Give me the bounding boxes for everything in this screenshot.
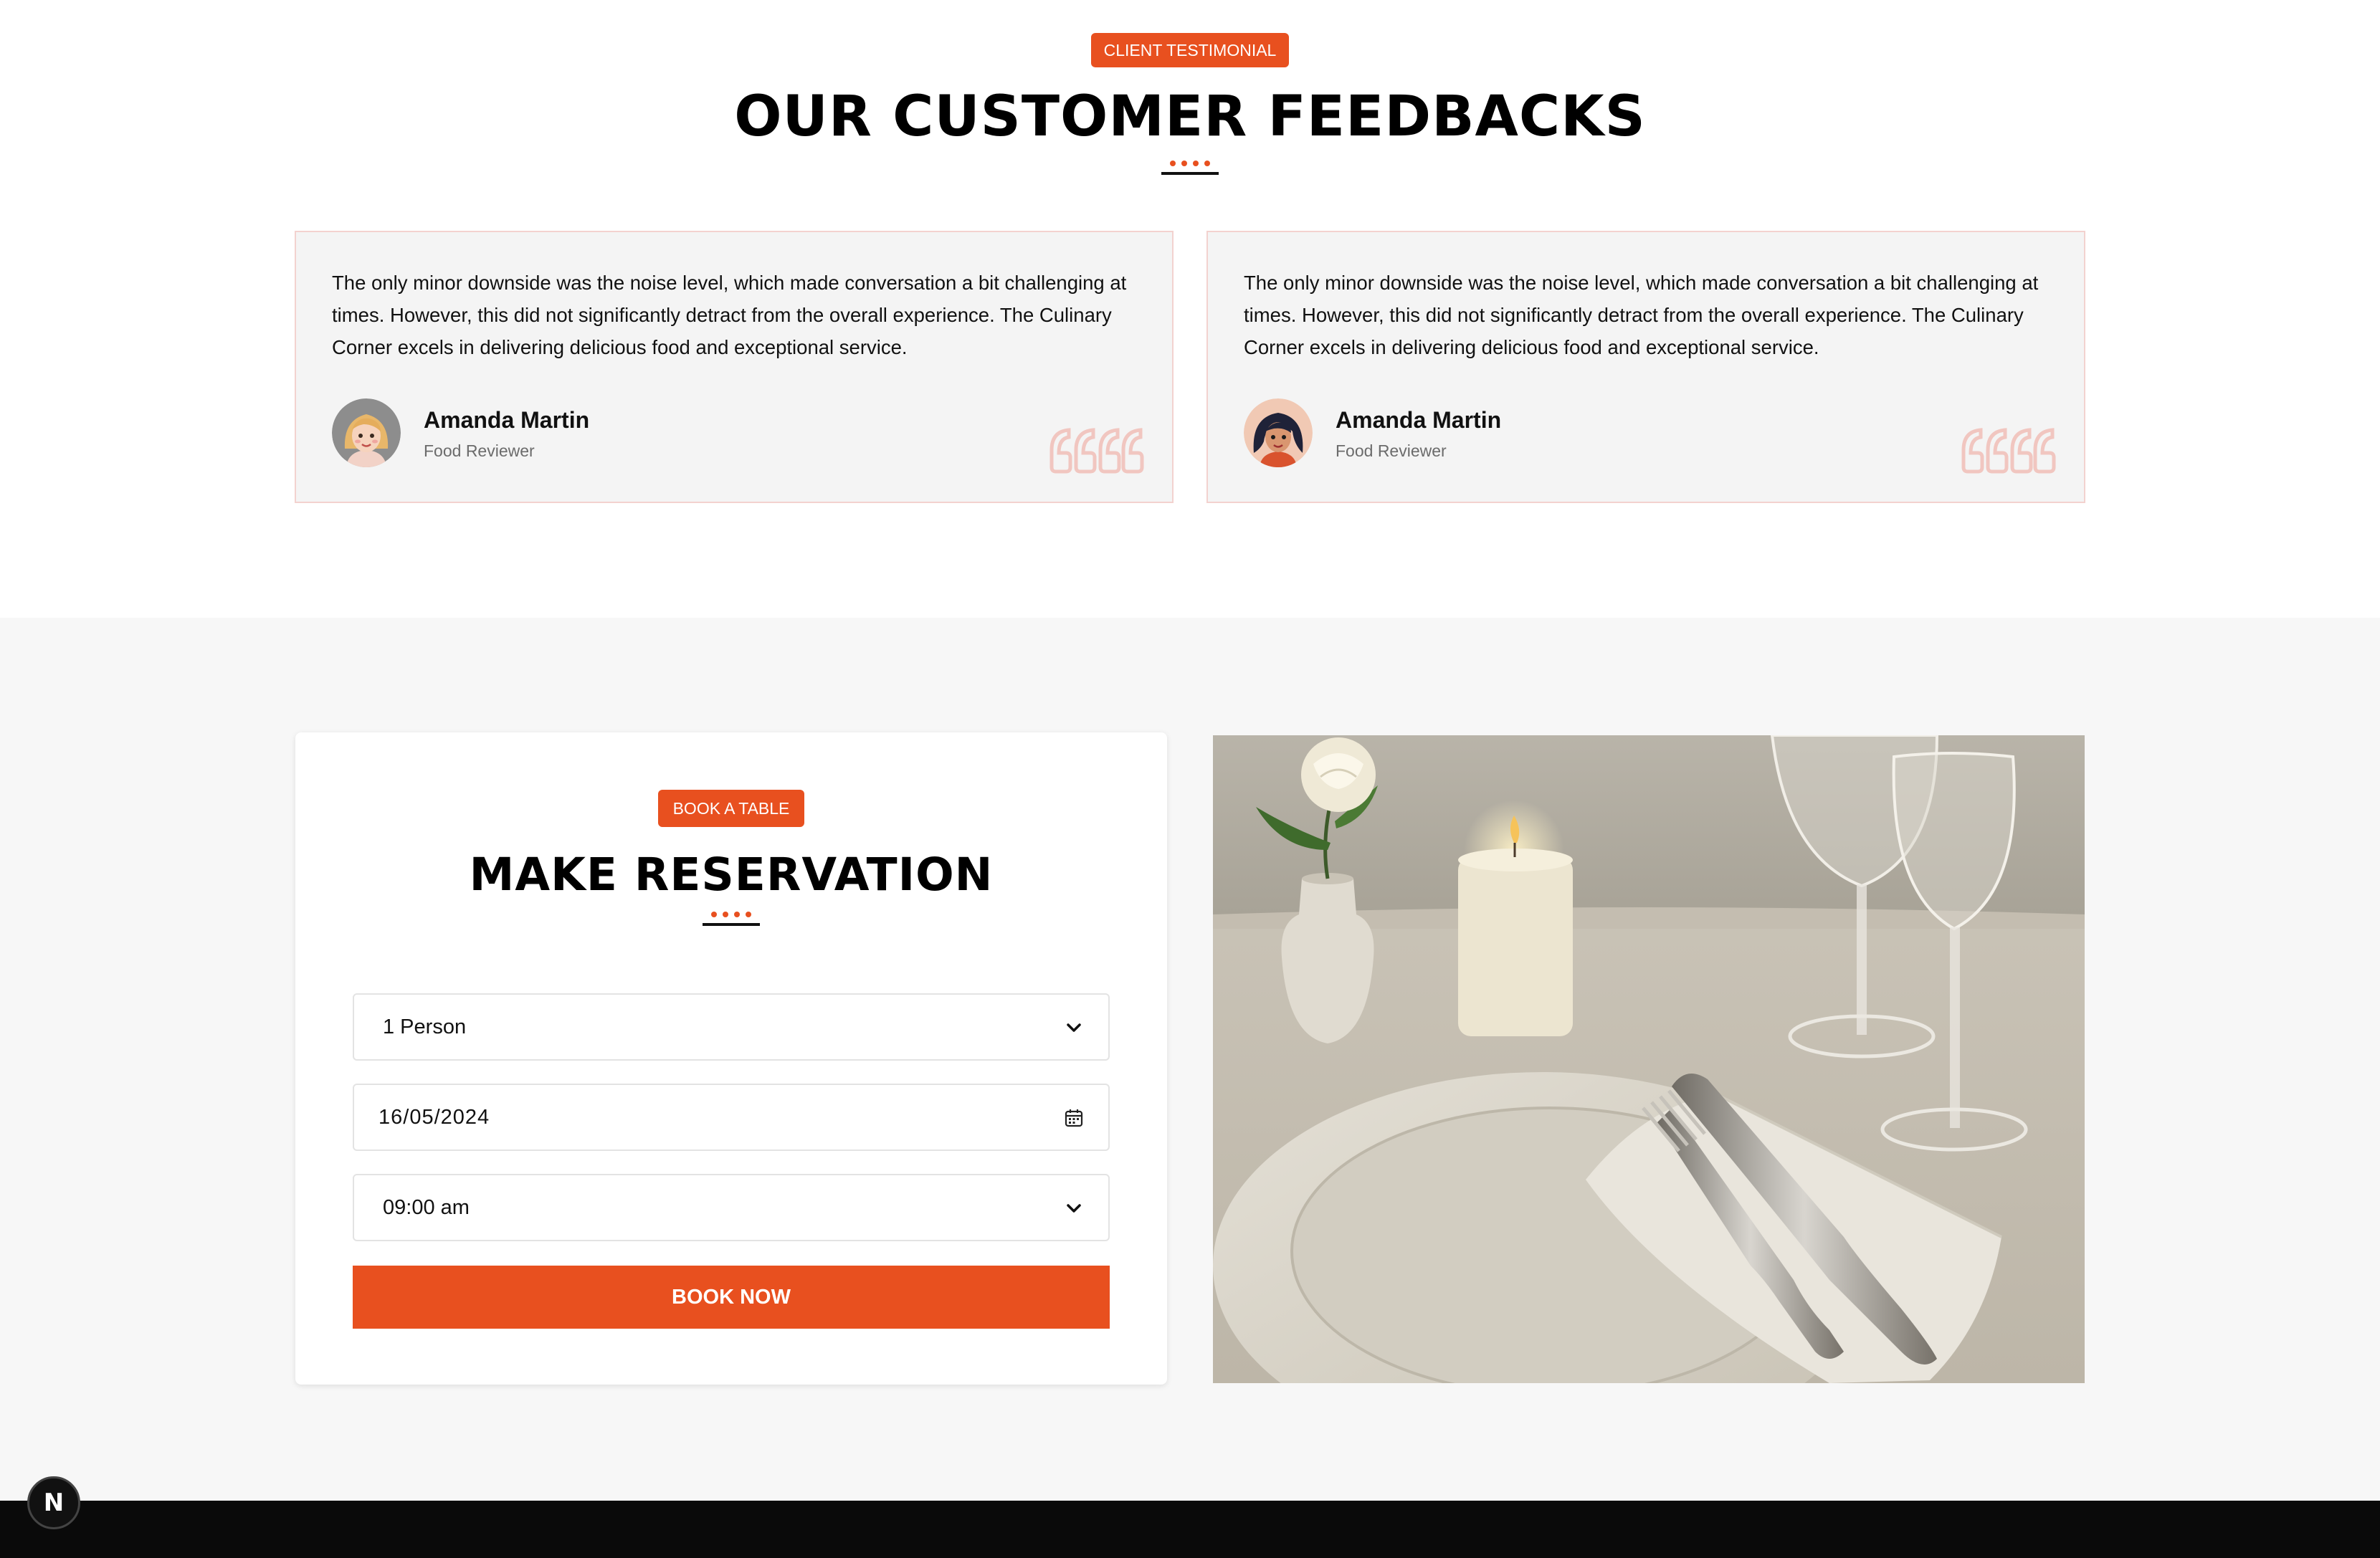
dev-tools-badge[interactable]: N: [27, 1476, 80, 1529]
reservation-section: BOOK A TABLE MAKE RESERVATION 1 Person 1…: [0, 618, 2380, 1501]
avatar: [1244, 398, 1313, 467]
date-input-value: 16/05/2024: [379, 1106, 490, 1129]
book-now-button[interactable]: BOOK NOW: [353, 1266, 1110, 1329]
person-select[interactable]: 1 Person: [353, 993, 1110, 1061]
page: CLIENT TESTIMONIAL OUR CUSTOMER FEEDBACK…: [0, 0, 2380, 1558]
testimonial-card: The only minor downside was the noise le…: [295, 231, 1174, 503]
quote-icon: [1049, 428, 1144, 474]
testimonial-card: The only minor downside was the noise le…: [1206, 231, 2085, 503]
reservation-title: MAKE RESERVATION: [469, 849, 994, 901]
table-setting-photo: [1213, 735, 2085, 1383]
reviewer-name: Amanda Martin: [424, 407, 590, 433]
chevron-down-icon: [1067, 1023, 1081, 1032]
reviewer-role: Food Reviewer: [424, 441, 535, 460]
table-setting-image-icon: [1213, 735, 2085, 1383]
book-a-table-badge: BOOK A TABLE: [658, 790, 804, 827]
testimonial-text: The only minor downside was the noise le…: [332, 272, 1127, 358]
reservation-form: BOOK A TABLE MAKE RESERVATION 1 Person 1…: [295, 732, 1167, 1385]
reviewer-role: Food Reviewer: [1336, 441, 1447, 460]
quote-icon: [1961, 428, 2056, 474]
time-select-value: 09:00 am: [383, 1196, 470, 1219]
title-divider: [703, 912, 760, 926]
calendar-icon[interactable]: [1064, 1108, 1084, 1128]
testimonial-section: CLIENT TESTIMONIAL OUR CUSTOMER FEEDBACK…: [0, 0, 2380, 618]
footer: [0, 1501, 2380, 1558]
client-testimonial-badge: CLIENT TESTIMONIAL: [1091, 33, 1289, 67]
time-select[interactable]: 09:00 am: [353, 1174, 1110, 1241]
date-input[interactable]: 16/05/2024: [353, 1084, 1110, 1151]
blonde-woman-avatar-icon: [332, 398, 401, 467]
title-divider: [1161, 161, 1219, 175]
reviewer-name: Amanda Martin: [1336, 407, 1502, 433]
avatar: [332, 398, 401, 467]
person-select-value: 1 Person: [383, 1015, 467, 1038]
chevron-down-icon: [1067, 1204, 1081, 1213]
testimonial-text: The only minor downside was the noise le…: [1244, 272, 2039, 358]
dark-haired-woman-avatar-icon: [1244, 398, 1313, 467]
section-title: OUR CUSTOMER FEEDBACKS: [734, 85, 1646, 149]
